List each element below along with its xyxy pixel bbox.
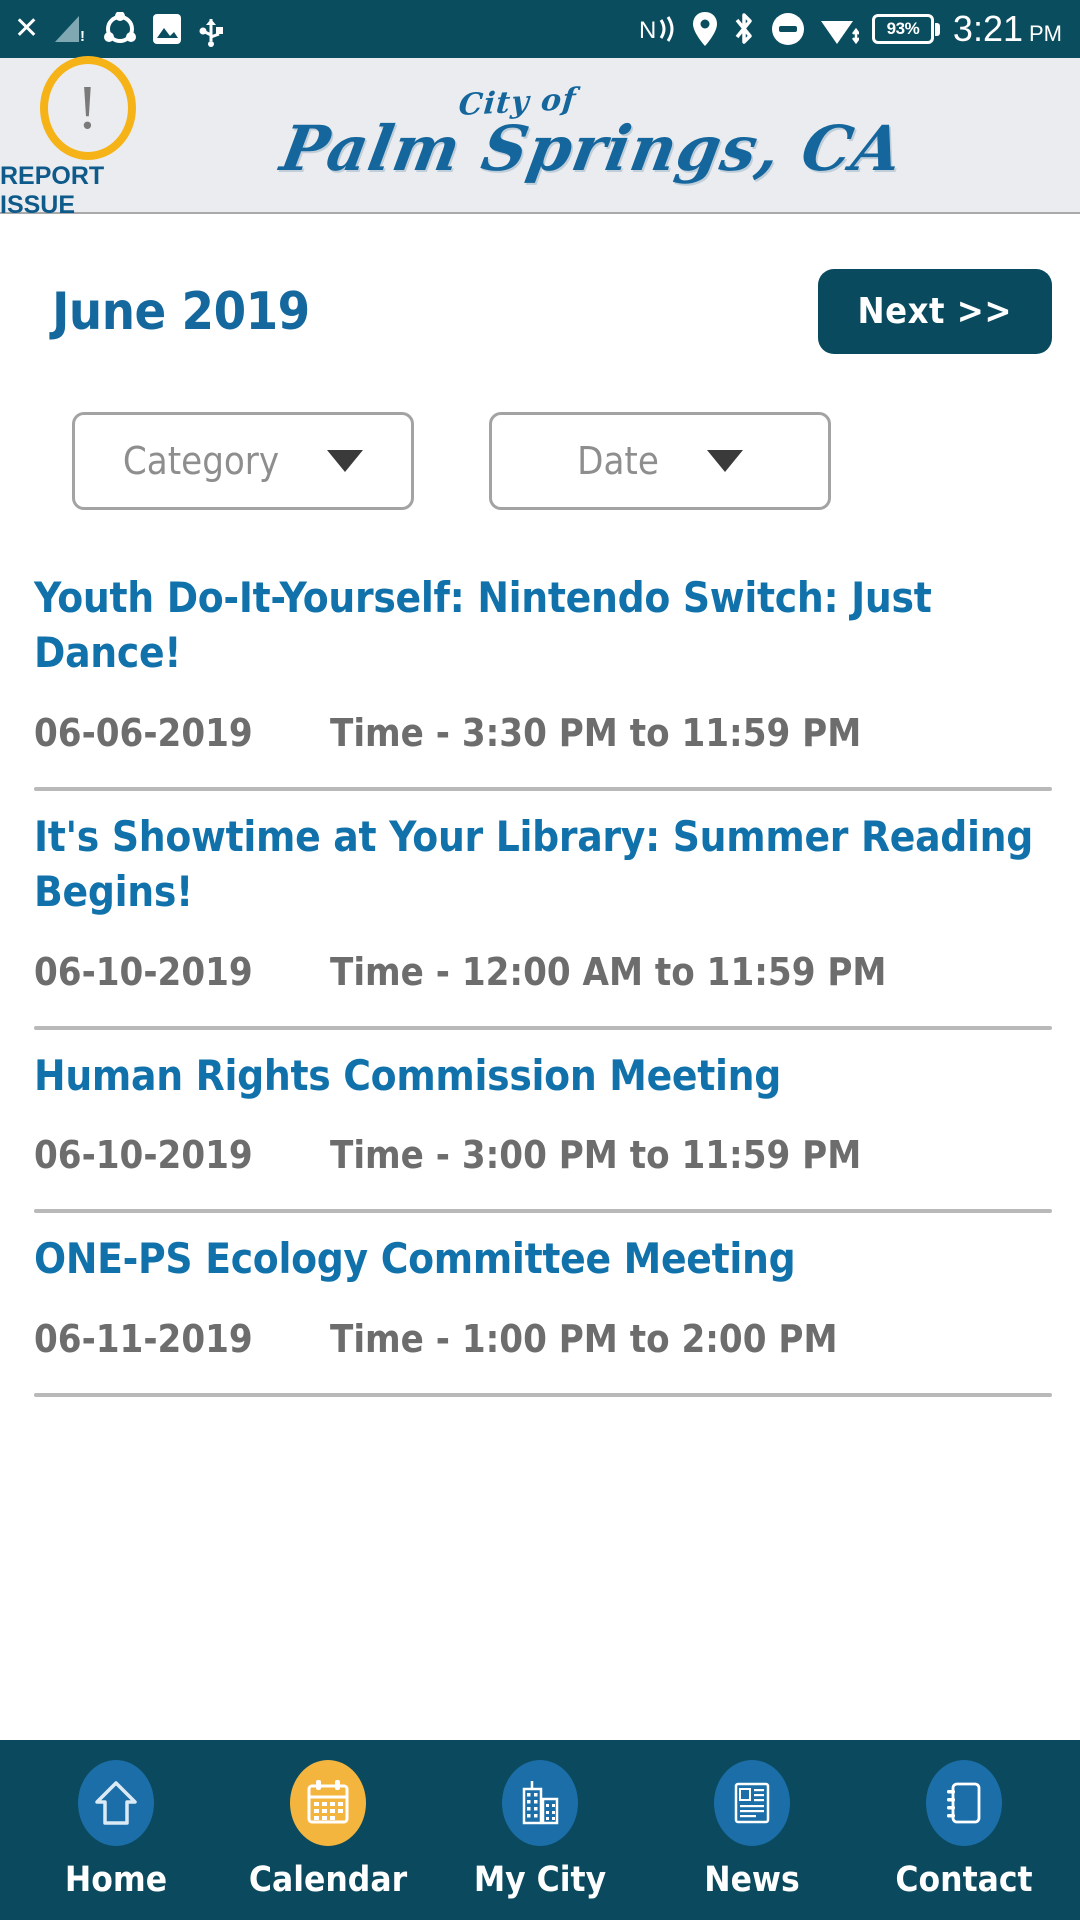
event-date: 06-10-2019 [34,1133,253,1178]
event-meta: 06-06-2019 Time - 3:30 PM to 11:59 PM [34,711,1052,755]
close-x-icon: ✕ [14,12,40,45]
next-month-button[interactable]: Next >> [817,269,1052,354]
nav-label-contact: Contact [895,1860,1033,1900]
list-item[interactable]: It's Showtime at Your Library: Summer Re… [34,793,1052,1032]
nav-item-my-city[interactable]: My City [450,1760,630,1900]
app-root: ✕ ! N 93% 3:21 PM ! REPORT ISSUE City of… [0,0,1080,1920]
exclamation-mark: ! [77,74,98,142]
app-header: ! REPORT ISSUE City of Palm Springs, CA [0,56,1080,219]
event-date: 06-11-2019 [34,1316,253,1361]
status-bar-left-icons: ✕ ! [14,11,225,47]
category-filter-label: Category [122,439,280,483]
list-divider [34,1209,1052,1214]
bluetooth-icon [731,11,757,47]
nav-item-home[interactable]: Home [26,1760,206,1900]
main-content: June 2019 Next >> Category Date Youth Do… [0,214,1080,1740]
event-title[interactable]: Youth Do-It-Yourself: Nintendo Switch: J… [34,554,1052,681]
date-filter-dropdown[interactable]: Date [489,412,831,510]
sync-icon [103,12,137,46]
list-item[interactable]: ONE-PS Ecology Committee Meeting 06-11-2… [34,1215,1052,1398]
clock-meridiem: PM [1029,21,1062,46]
exclamation-circle-icon: ! [39,56,136,160]
buildings-icon [502,1760,578,1846]
category-filter-dropdown[interactable]: Category [72,412,414,510]
image-icon [151,12,183,46]
month-title: June 2019 [52,281,310,342]
list-divider [34,1025,1052,1030]
filter-row: Category Date [0,354,1080,510]
list-item[interactable]: Youth Do-It-Yourself: Nintendo Switch: J… [34,554,1052,793]
event-title[interactable]: Human Rights Commission Meeting [34,1032,1052,1103]
nav-label-my-city: My City [473,1860,607,1900]
calendar-icon [290,1760,366,1846]
event-time: Time - 3:00 PM to 11:59 PM [330,1133,862,1178]
battery-tip [934,22,940,36]
city-name-text: Palm Springs, CA [275,112,910,185]
event-list: Youth Do-It-Yourself: Nintendo Switch: J… [0,510,1080,1399]
chevron-down-icon [706,450,743,472]
do-not-disturb-icon [770,11,806,47]
event-time: Time - 1:00 PM to 2:00 PM [330,1316,838,1361]
list-divider [34,786,1052,791]
clock: 3:21 PM [953,8,1062,50]
list-divider [34,1392,1052,1397]
wifi-icon [819,11,859,47]
nav-label-calendar: Calendar [248,1860,408,1900]
month-navigation-row: June 2019 Next >> [0,214,1080,354]
event-date: 06-06-2019 [34,710,253,755]
battery-icon: 93% [871,14,940,44]
event-meta: 06-11-2019 Time - 1:00 PM to 2:00 PM [34,1317,1052,1361]
signal-warning-icon: ! [53,14,89,44]
bottom-navigation: Home Calendar My City News Contact [0,1740,1080,1920]
location-icon [692,11,718,47]
clock-time: 3:21 [952,8,1023,49]
event-time: Time - 12:00 AM to 11:59 PM [330,949,887,994]
list-item[interactable]: Human Rights Commission Meeting 06-10-20… [34,1032,1052,1215]
status-bar-right-icons: N 93% 3:21 PM [639,8,1062,50]
nfc-icon: N [639,12,679,46]
nav-item-contact[interactable]: Contact [874,1760,1054,1900]
home-icon [78,1760,154,1846]
svg-text:!: ! [80,28,85,44]
usb-icon [197,11,225,47]
event-meta: 06-10-2019 Time - 3:00 PM to 11:59 PM [34,1133,1052,1177]
nav-item-calendar[interactable]: Calendar [238,1760,418,1900]
nav-label-news: News [704,1860,800,1900]
battery-level: 93% [871,14,934,44]
event-time: Time - 3:30 PM to 11:59 PM [330,710,862,755]
city-logo: City of Palm Springs, CA [175,82,1080,185]
nav-item-news[interactable]: News [662,1760,842,1900]
event-date: 06-10-2019 [34,949,253,994]
event-title[interactable]: ONE-PS Ecology Committee Meeting [34,1215,1052,1286]
newspaper-icon [714,1760,790,1846]
event-meta: 06-10-2019 Time - 12:00 AM to 11:59 PM [34,950,1052,994]
event-title[interactable]: It's Showtime at Your Library: Summer Re… [34,793,1052,920]
contact-book-icon [926,1760,1002,1846]
report-issue-button[interactable]: ! REPORT ISSUE [0,50,175,220]
svg-text:N: N [639,17,656,44]
report-issue-label: REPORT ISSUE [0,162,105,219]
date-filter-label: Date [577,439,659,483]
chevron-down-icon [327,450,364,472]
nav-label-home: Home [64,1860,168,1900]
